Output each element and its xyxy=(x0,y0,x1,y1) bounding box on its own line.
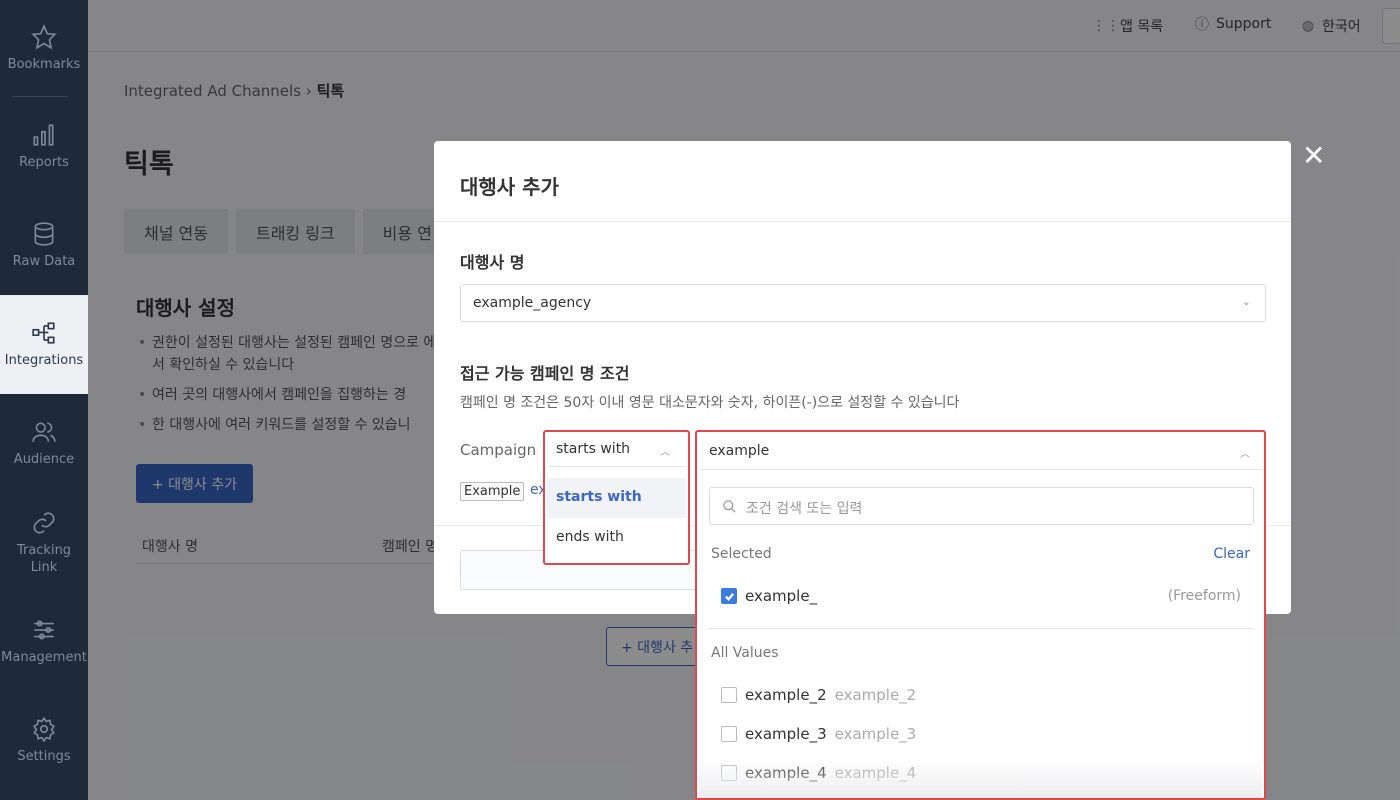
example-tag: Example xyxy=(460,482,525,501)
option-label: example_2 xyxy=(745,686,827,704)
sidebar-item-bookmarks[interactable]: Bookmarks xyxy=(0,0,88,96)
checkbox[interactable] xyxy=(721,726,737,742)
agency-name-label: 대행사 명 xyxy=(460,253,525,272)
condition-option-ends-with[interactable]: ends with xyxy=(547,518,686,558)
condition-description: 캠페인 명 조건은 50자 이내 영문 대소문자와 숫자, 하이픈(-)으로 설… xyxy=(460,395,960,411)
agency-name-select[interactable]: example_agency ⌄ xyxy=(460,284,1266,322)
option-sublabel: example_2 xyxy=(834,686,917,704)
option-sublabel: example_3 xyxy=(834,725,917,743)
audience-icon xyxy=(32,422,56,442)
close-icon[interactable]: ✕ xyxy=(1302,142,1325,170)
condition-dropdown: starts with ︿ starts with ends with xyxy=(543,430,690,565)
freeform-tag: (Freeform) xyxy=(1167,588,1241,604)
sidebar-item-raw-data[interactable]: Raw Data xyxy=(0,196,88,295)
chevron-down-icon: ⌄ xyxy=(1241,295,1251,308)
sidebar-item-management[interactable]: Management xyxy=(0,592,88,691)
integrations-icon xyxy=(32,322,55,344)
sidebar-item-settings[interactable]: Settings xyxy=(0,691,88,790)
chevron-up-icon: ︿ xyxy=(1240,449,1250,460)
divider xyxy=(709,628,1254,629)
checkbox-checked[interactable] xyxy=(721,588,737,604)
database-icon xyxy=(34,222,54,246)
sidebar-item-label: Reports xyxy=(19,155,69,170)
value-dropdown: example ︿ 조건 검색 또는 입력 Selected Clear exa… xyxy=(695,430,1266,800)
campaign-condition-label: 접근 가능 캠페인 명 조건 xyxy=(460,364,630,383)
sidebar-item-integrations[interactable]: Integrations xyxy=(0,295,88,394)
condition-selected-value: starts with xyxy=(556,441,631,457)
divider xyxy=(434,221,1291,222)
check-icon xyxy=(724,592,734,601)
value-option[interactable]: example_3 example_3 xyxy=(721,722,1241,746)
gear-icon xyxy=(33,716,55,742)
modal-title: 대행사 추가 xyxy=(460,175,559,199)
clear-button[interactable]: Clear xyxy=(1213,546,1250,562)
sidebar-item-label: Management xyxy=(1,650,87,665)
sidebar-item-tracking-link[interactable]: Tracking Link xyxy=(0,493,88,592)
option-label: example_3 xyxy=(745,725,827,743)
sliders-icon xyxy=(34,620,54,640)
value-input[interactable]: example ︿ xyxy=(699,434,1262,470)
value-input-text: example xyxy=(709,443,770,459)
scroll-fade xyxy=(699,758,1262,798)
chevron-up-icon: ︿ xyxy=(660,447,670,458)
search-icon xyxy=(723,500,736,513)
campaign-label: Campaign xyxy=(460,441,537,459)
sidebar-item-reports[interactable]: Reports xyxy=(0,97,88,196)
value-option[interactable]: example_2 example_2 xyxy=(721,683,1241,707)
condition-option-starts-with[interactable]: starts with xyxy=(547,478,686,518)
search-placeholder: 조건 검색 또는 입력 xyxy=(746,501,863,517)
checkbox[interactable] xyxy=(721,687,737,703)
sidebar-item-label: Settings xyxy=(17,749,71,764)
condition-select[interactable]: starts with ︿ xyxy=(547,434,686,467)
link-icon xyxy=(33,511,55,534)
sidebar-item-label: Tracking Link xyxy=(16,542,72,575)
sidebar: Bookmarks Reports Raw Data Integrations … xyxy=(0,0,88,800)
selected-group-label: Selected xyxy=(711,546,772,562)
value-search-input[interactable]: 조건 검색 또는 입력 xyxy=(709,487,1254,525)
option-label: example_ xyxy=(745,587,818,605)
sidebar-item-audience[interactable]: Audience xyxy=(0,394,88,493)
bar-chart-icon xyxy=(33,124,54,146)
sidebar-item-label: Raw Data xyxy=(12,254,76,269)
sidebar-item-label: Integrations xyxy=(4,353,84,368)
all-values-group-label: All Values xyxy=(711,645,779,661)
star-icon xyxy=(31,23,57,50)
agency-name-value: example_agency xyxy=(473,295,592,311)
sidebar-item-label: Audience xyxy=(13,452,75,467)
selected-option[interactable]: example_ (Freeform) xyxy=(721,584,1241,608)
sidebar-item-label: Bookmarks xyxy=(7,56,81,72)
